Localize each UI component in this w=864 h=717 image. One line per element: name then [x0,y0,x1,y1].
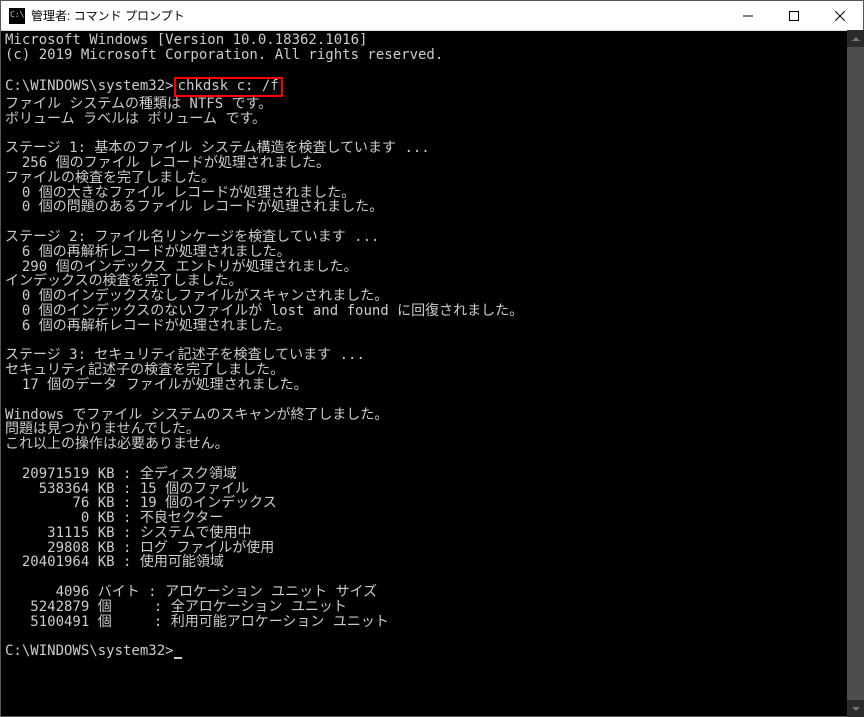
minimize-button[interactable] [725,1,771,30]
done-line: これ以上の操作は必要ありません。 [5,437,859,452]
stage1-line: 256 個のファイル レコードが処理されました。 [5,156,859,171]
stat-line: 76 KB : 19 個のインデックス [5,496,859,511]
stage2-line: 0 個のインデックスのないファイルが lost and found に回復されま… [5,304,859,319]
stage3-line: 17 個のデータ ファイルが処理されました。 [5,378,859,393]
stage2-line: インデックスの検査を完了しました。 [5,274,859,289]
stat-line: 0 KB : 不良セクター [5,511,859,526]
fs-type-line: ファイル システムの種類は NTFS です。 [5,97,859,112]
maximize-button[interactable] [771,1,817,30]
maximize-icon [789,11,799,21]
stage2-line: 6 個の再解析レコードが処理されました。 [5,245,859,260]
close-icon [835,11,845,21]
close-button[interactable] [817,1,863,30]
scroll-thumb[interactable] [847,47,864,700]
stage1-line: 0 個の問題のあるファイル レコードが処理されました。 [5,200,859,215]
command-line: C:\WINDOWS\system32>chkdsk c: /f [5,77,859,96]
stat-line: 20401964 KB : 使用可能領域 [5,555,859,570]
window-title: 管理者: コマンド プロンプト [31,7,725,24]
window-controls [725,1,863,30]
stage1-header: ステージ 1: 基本のファイル システム構造を検査しています ... [5,141,859,156]
scroll-up-button[interactable] [847,30,864,47]
chevron-up-icon [852,37,860,41]
stat-line: 20971519 KB : 全ディスク領域 [5,467,859,482]
cmd-icon [9,8,25,24]
alloc-line: 5100491 個 : 利用可能アロケーション ユニット [5,615,859,630]
cursor [174,657,182,659]
stage2-header: ステージ 2: ファイル名リンケージを検査しています ... [5,230,859,245]
scroll-down-button[interactable] [847,700,864,717]
vertical-scrollbar[interactable] [847,30,864,717]
alloc-line: 4096 バイト : アロケーション ユニット サイズ [5,585,859,600]
chevron-down-icon [852,707,860,711]
copyright-line: (c) 2019 Microsoft Corporation. All righ… [5,48,859,63]
highlighted-command: chkdsk c: /f [174,77,283,96]
terminal-output[interactable]: Microsoft Windows [Version 10.0.18362.10… [1,31,863,716]
version-line: Microsoft Windows [Version 10.0.18362.10… [5,33,859,48]
done-line: 問題は見つかりませんでした。 [5,422,859,437]
titlebar[interactable]: 管理者: コマンド プロンプト [1,1,863,31]
stage1-line: 0 個の大きなファイル レコードが処理されました。 [5,186,859,201]
stage3-line: セキュリティ記述子の検査を完了しました。 [5,363,859,378]
prompt-line: C:\WINDOWS\system32> [5,644,859,659]
alloc-line: 5242879 個 : 全アロケーション ユニット [5,600,859,615]
stage3-header: ステージ 3: セキュリティ記述子を検査しています ... [5,348,859,363]
stage2-line: 6 個の再解析レコードが処理されました。 [5,319,859,334]
done-line: Windows でファイル システムのスキャンが終了しました。 [5,408,859,423]
stage1-line: ファイルの検査を完了しました。 [5,171,859,186]
stat-line: 31115 KB : システムで使用中 [5,526,859,541]
volume-label-line: ボリューム ラベルは ボリューム です。 [5,112,859,127]
prompt-prefix: C:\WINDOWS\system32> [5,643,174,659]
command-prompt-window: 管理者: コマンド プロンプト Microsoft Windows [Versi… [0,0,864,717]
minimize-icon [743,11,753,21]
prompt-prefix: C:\WINDOWS\system32> [5,78,174,94]
stage2-line: 0 個のインデックスなしファイルがスキャンされました。 [5,289,859,304]
